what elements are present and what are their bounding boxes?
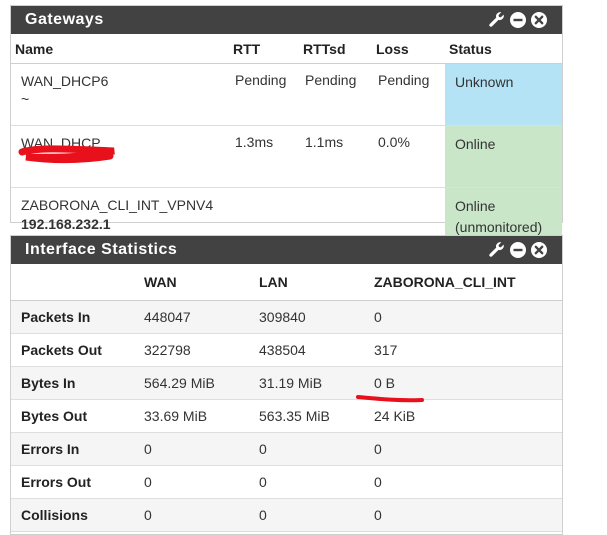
- table-header-row: Name RTT RTTsd Loss Status: [11, 34, 562, 64]
- row-label: Packets Out: [11, 333, 134, 367]
- gateway-row: WAN_DHCP6 ~ Pending Pending Pending Unkn…: [11, 63, 562, 126]
- zaborona-value: 0: [364, 465, 562, 499]
- close-circle-icon[interactable]: [530, 11, 548, 29]
- zaborona-value: 0 B: [364, 366, 562, 400]
- wan-value: 0: [134, 498, 249, 532]
- column-header-rttsd: RTTsd: [299, 34, 372, 64]
- gateway-status-text: Online: [455, 136, 496, 152]
- interface-statistics-table: WAN LAN ZABORONA_CLI_INT Packets In 4480…: [11, 264, 562, 532]
- panel-controls: [488, 11, 548, 29]
- gateway-name: WAN_DHCP6: [21, 73, 109, 89]
- gateway-status-text: Unknown: [455, 74, 514, 90]
- wan-value: 448047: [134, 300, 249, 334]
- lan-value: 31.19 MiB: [249, 366, 364, 400]
- gateway-loss: 0.0%: [372, 125, 445, 188]
- zaborona-value: 317: [364, 333, 562, 367]
- gateways-table: Name RTT RTTsd Loss Status WAN_DHCP6 ~ P…: [11, 34, 562, 249]
- row-label: Packets In: [11, 300, 134, 334]
- gateway-address: ~: [21, 91, 30, 107]
- interface-statistics-panel: Interface Statistics WAN LAN ZABORONA_CL…: [10, 235, 563, 535]
- zaborona-value: 0: [364, 498, 562, 532]
- panel-title: Gateways: [25, 11, 104, 28]
- column-header-status: Status: [445, 34, 562, 64]
- gateways-panel-header: Gateways: [11, 6, 562, 34]
- table-row: Packets Out 322798 438504 317: [11, 333, 562, 367]
- table-header-row: WAN LAN ZABORONA_CLI_INT: [11, 264, 562, 301]
- gateway-name: WAN_DHCP: [21, 135, 101, 151]
- gateway-address: 192.168.232.1: [21, 216, 111, 232]
- row-label: Bytes In: [11, 366, 134, 400]
- table-row: Collisions 0 0 0: [11, 498, 562, 532]
- lan-value: 438504: [249, 333, 364, 367]
- column-header-zaborona: ZABORONA_CLI_INT: [364, 264, 562, 301]
- minus-circle-icon[interactable]: [509, 241, 527, 259]
- wrench-icon[interactable]: [488, 241, 506, 259]
- column-header-label: [11, 264, 134, 301]
- minus-circle-icon[interactable]: [509, 11, 527, 29]
- wan-value: 0: [134, 465, 249, 499]
- column-header-loss: Loss: [372, 34, 445, 64]
- gateway-rttsd: Pending: [299, 63, 372, 126]
- column-header-name: Name: [11, 34, 229, 64]
- column-header-lan: LAN: [249, 264, 364, 301]
- table-row: Bytes In 564.29 MiB 31.19 MiB 0 B: [11, 366, 562, 400]
- close-circle-icon[interactable]: [530, 241, 548, 259]
- gateway-rtt: Pending: [229, 63, 299, 126]
- gateway-status: Unknown: [445, 63, 562, 126]
- panel-title: Interface Statistics: [25, 241, 178, 258]
- table-row: Errors In 0 0 0: [11, 432, 562, 466]
- row-label: Errors In: [11, 432, 134, 466]
- column-header-wan: WAN: [134, 264, 249, 301]
- row-label: Collisions: [11, 498, 134, 532]
- lan-value: 563.35 MiB: [249, 399, 364, 433]
- lan-value: 309840: [249, 300, 364, 334]
- zaborona-value: 0: [364, 432, 562, 466]
- lan-value: 0: [249, 498, 364, 532]
- interface-statistics-panel-header: Interface Statistics: [11, 236, 562, 264]
- panel-controls: [488, 241, 548, 259]
- wrench-icon[interactable]: [488, 11, 506, 29]
- zaborona-value: 24 KiB: [364, 399, 562, 433]
- row-label: Errors Out: [11, 465, 134, 499]
- wan-value: 322798: [134, 333, 249, 367]
- gateway-status: Online: [445, 125, 562, 188]
- zaborona-value: 0: [364, 300, 562, 334]
- gateway-status-text: Online: [455, 198, 496, 214]
- wan-value: 564.29 MiB: [134, 366, 249, 400]
- gateway-name-cell: WAN_DHCP: [11, 125, 229, 188]
- gateway-row: WAN_DHCP 1.3ms 1.1ms 0.0% Online: [11, 125, 562, 188]
- wan-value: 33.69 MiB: [134, 399, 249, 433]
- gateway-name: ZABORONA_CLI_INT_VPNV4: [21, 197, 214, 213]
- gateway-rtt: 1.3ms: [229, 125, 299, 188]
- lan-value: 0: [249, 465, 364, 499]
- lan-value: 0: [249, 432, 364, 466]
- gateway-rttsd: 1.1ms: [299, 125, 372, 188]
- wan-value: 0: [134, 432, 249, 466]
- column-header-rtt: RTT: [229, 34, 299, 64]
- gateway-loss: Pending: [372, 63, 445, 126]
- table-row: Errors Out 0 0 0: [11, 465, 562, 499]
- table-row: Packets In 448047 309840 0: [11, 300, 562, 334]
- row-label: Bytes Out: [11, 399, 134, 433]
- gateways-panel: Gateways Name RTT RTTsd Loss Status WAN_…: [10, 5, 563, 249]
- gateway-name-cell: WAN_DHCP6 ~: [11, 63, 229, 126]
- table-row: Bytes Out 33.69 MiB 563.35 MiB 24 KiB: [11, 399, 562, 433]
